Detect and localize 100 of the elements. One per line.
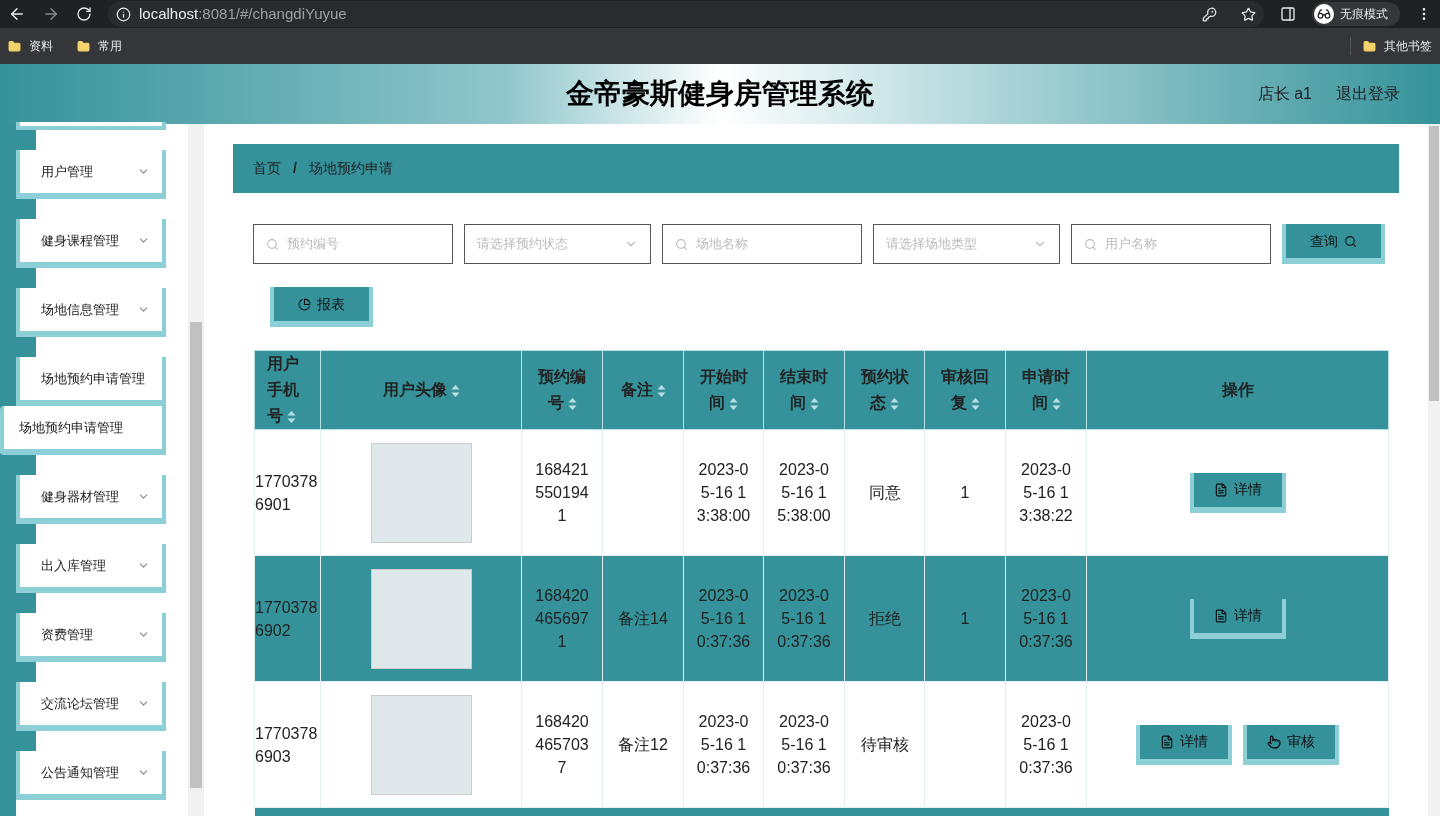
sidebar-tab-marker <box>16 524 36 544</box>
table-cell: 2023-05-16 10:37:36 <box>683 681 764 808</box>
search-icon <box>1344 234 1357 248</box>
table-cell: 2023-05-16 13:38:22 <box>1005 429 1087 556</box>
column-header[interactable]: 预约编号 <box>521 350 603 430</box>
sidebar-tab-marker <box>16 268 36 288</box>
info-icon <box>116 6 131 22</box>
logout-link[interactable]: 退出登录 <box>1336 82 1400 106</box>
detail-button[interactable]: 详情 <box>1136 724 1232 765</box>
table-cell: 1684215501941 <box>521 429 603 556</box>
sidebar-tab-marker <box>16 593 36 613</box>
sort-icon[interactable] <box>1051 396 1061 411</box>
document-icon <box>1160 734 1174 749</box>
sidebar-menu-item[interactable]: 健身器材管理 <box>16 475 166 524</box>
sidebar-tab-marker <box>16 130 36 150</box>
table-cell: 1 <box>924 429 1006 556</box>
search-icon <box>266 237 279 251</box>
url-text: localhost:8081/#/changdiYuyue <box>139 3 347 24</box>
breadcrumb-separator: / <box>293 159 297 178</box>
column-header: 操作 <box>1086 350 1389 430</box>
table-cell: 2023-05-16 10:37:36 <box>763 681 845 808</box>
table-cell: 2023-05-16 10:37:36 <box>1005 681 1087 808</box>
column-header[interactable]: 申请时间 <box>1005 350 1087 430</box>
column-header[interactable]: 审核回复 <box>924 350 1006 430</box>
sidebar-menu-item[interactable]: 公告通知管理 <box>16 751 166 800</box>
breadcrumb-item[interactable]: 首页 <box>253 158 281 179</box>
reload-icon[interactable] <box>76 6 92 22</box>
table-cell: 备注14 <box>602 555 684 682</box>
sidebar-menu-item[interactable]: 交流论坛管理 <box>16 682 166 731</box>
app-title: 金帝豪斯健身房管理系统 <box>566 77 874 111</box>
sidebar-tab-marker <box>16 199 36 219</box>
sidebar-tab-marker <box>16 337 36 357</box>
search-icon <box>675 237 688 251</box>
sort-icon[interactable] <box>450 383 460 398</box>
forward-icon[interactable] <box>42 5 60 23</box>
search-button[interactable]: 查询 <box>1282 224 1385 264</box>
table-cell: 17703786902 <box>254 555 321 682</box>
table-cell: 拒绝 <box>844 555 925 682</box>
table-cell: 1684204656971 <box>521 555 603 682</box>
document-icon <box>1213 608 1228 623</box>
sidebar-menu-item[interactable]: 场地预约申请管理 <box>16 357 166 406</box>
breadcrumb-item: 场地预约申请 <box>308 159 393 178</box>
bookmark-star-icon[interactable] <box>1241 6 1256 22</box>
table-cell: 17703786901 <box>254 429 321 556</box>
column-header[interactable]: 用户手机号 <box>254 350 321 430</box>
sidebar-menu-item[interactable]: 资费管理 <box>16 613 166 662</box>
sidebar-menu-item[interactable]: 出入库管理 <box>16 544 166 593</box>
sidebar-subitem[interactable]: 场地预约申请管理 <box>0 406 166 455</box>
sidebar-menu-item[interactable]: 场地信息管理 <box>16 288 166 337</box>
detail-button[interactable]: 详情 <box>1189 598 1286 639</box>
sort-icon[interactable] <box>970 396 980 411</box>
sidebar-tab-marker <box>16 455 36 475</box>
table-cell: 1 <box>924 555 1006 682</box>
sidebar-tab-marker <box>16 731 36 751</box>
sort-icon[interactable] <box>656 383 666 398</box>
bookmark-item[interactable]: 常用 <box>77 37 122 55</box>
scrollbar-thumb[interactable] <box>190 322 202 788</box>
sort-icon[interactable] <box>809 396 819 411</box>
sort-icon[interactable] <box>567 396 577 411</box>
sort-icon[interactable] <box>729 396 738 411</box>
bookmark-item[interactable]: 其他书签 <box>1350 37 1432 55</box>
table-cell: 2023-05-16 10:37:36 <box>763 555 845 682</box>
sidebar-menu-item[interactable]: 健身课程管理 <box>16 219 166 268</box>
address-bar[interactable]: localhost:8081/#/changdiYuyue <box>108 1 1264 27</box>
key-icon[interactable] <box>1202 6 1217 22</box>
scrollbar-thumb[interactable] <box>1429 126 1439 401</box>
incognito-icon <box>1314 4 1334 24</box>
side-panel-icon[interactable] <box>1280 6 1296 22</box>
document-icon <box>1213 482 1228 497</box>
search-icon <box>1084 237 1097 251</box>
column-header[interactable]: 结束时间 <box>763 350 845 430</box>
profile-chip[interactable]: 无痕模式 <box>1312 2 1400 26</box>
audit-button[interactable]: 审核 <box>1243 724 1339 765</box>
hand-pointer-icon <box>1267 734 1281 749</box>
column-header[interactable]: 用户头像 <box>320 350 522 430</box>
sidebar-menu-item[interactable]: 用户管理 <box>16 150 166 199</box>
pie-chart-icon <box>298 297 311 311</box>
folder-icon <box>8 39 21 53</box>
back-icon[interactable] <box>8 5 26 23</box>
table-cell: 2023-05-16 10:37:36 <box>1005 555 1087 682</box>
column-header[interactable]: 预约状态 <box>844 350 925 430</box>
table-cell: 17703786903 <box>254 681 321 808</box>
table-cell: 2023-05-16 13:38:00 <box>683 429 764 556</box>
table-cell: 待审核 <box>844 681 925 808</box>
sort-icon[interactable] <box>890 396 899 411</box>
folder-icon <box>77 39 90 53</box>
table-cell: 2023-05-16 10:37:36 <box>683 555 764 682</box>
table-cell: 同意 <box>844 429 925 556</box>
user-label: 店长 a1 <box>1257 84 1312 104</box>
table-cell: 2023-05-16 15:38:00 <box>763 429 845 556</box>
bookmark-item[interactable]: 资料 <box>8 37 53 55</box>
sidebar-tab-marker <box>16 662 36 682</box>
sort-icon[interactable] <box>287 409 296 424</box>
folder-icon <box>1363 39 1376 53</box>
detail-button[interactable]: 详情 <box>1189 472 1286 513</box>
table-cell: 1684204657037 <box>521 681 603 808</box>
table-cell: 备注12 <box>602 681 684 808</box>
column-header[interactable]: 开始时间 <box>683 350 764 430</box>
report-button[interactable]: 报表 <box>270 287 373 327</box>
column-header[interactable]: 备注 <box>602 350 684 430</box>
